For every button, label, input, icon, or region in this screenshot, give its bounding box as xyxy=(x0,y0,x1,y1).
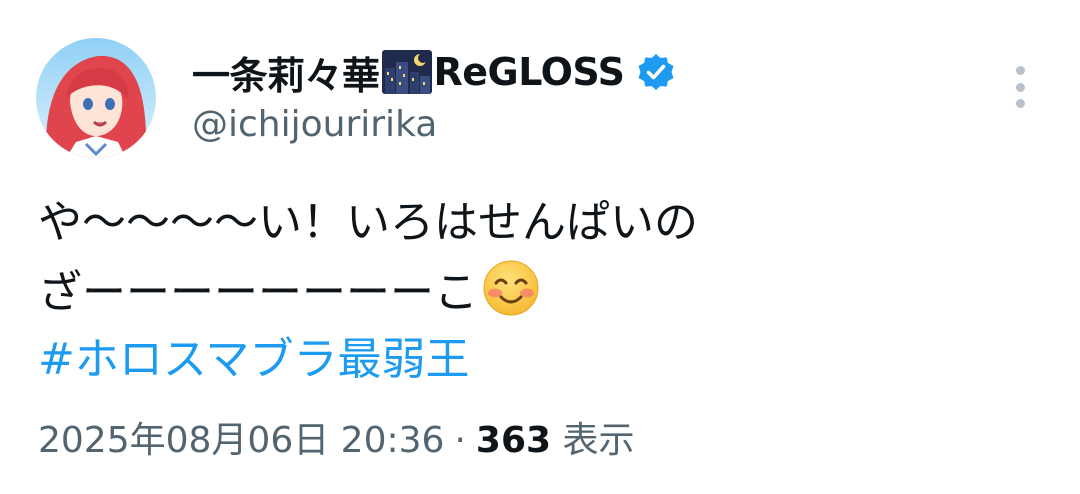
more-dot-icon xyxy=(1015,99,1025,108)
more-dot-icon xyxy=(1015,66,1025,75)
night-city-emoji-icon xyxy=(381,50,432,94)
tweet-meta: 2025年08月06日 20:36 · 363 表示 xyxy=(38,416,635,466)
meta-separator: · xyxy=(454,420,466,461)
smiling-face-emoji-icon xyxy=(482,259,540,317)
avatar-image xyxy=(36,38,156,158)
timestamp-link[interactable]: 2025年08月06日 20:36 xyxy=(38,420,444,461)
display-name[interactable]: 一条莉々華 xyxy=(192,45,380,100)
views-count[interactable]: 363 xyxy=(476,420,551,461)
author-handle[interactable]: @ichijouririka xyxy=(192,104,437,145)
tweet-text-line-2: ざーーーーーーーーこ xyxy=(38,258,1038,328)
more-options-button[interactable] xyxy=(1002,62,1038,112)
display-name-suffix[interactable]: ReGLOSS xyxy=(434,50,625,94)
views-label: 表示 xyxy=(562,420,635,461)
more-dot-icon xyxy=(1015,82,1025,92)
tweet-text-line-1: や～～～～い！いろはせんぱいの xyxy=(38,197,698,248)
author-name-row[interactable]: 一条莉々華 ReGLOSS xyxy=(192,44,676,100)
avatar[interactable] xyxy=(36,38,156,158)
tweet-text: や～～～～い！いろはせんぱいの ざーーーーーーーーこ xyxy=(38,188,1038,328)
tweet-card[interactable]: 一条莉々華 ReGLOSS @ichijouririka や～～～～い！いろはせ… xyxy=(0,0,1080,494)
verified-badge-icon[interactable] xyxy=(636,52,676,92)
hashtag-link[interactable]: #ホロスマブラ最弱王 xyxy=(38,330,470,390)
tweet-text-line-2-text: ざーーーーーーーーこ xyxy=(38,267,478,318)
